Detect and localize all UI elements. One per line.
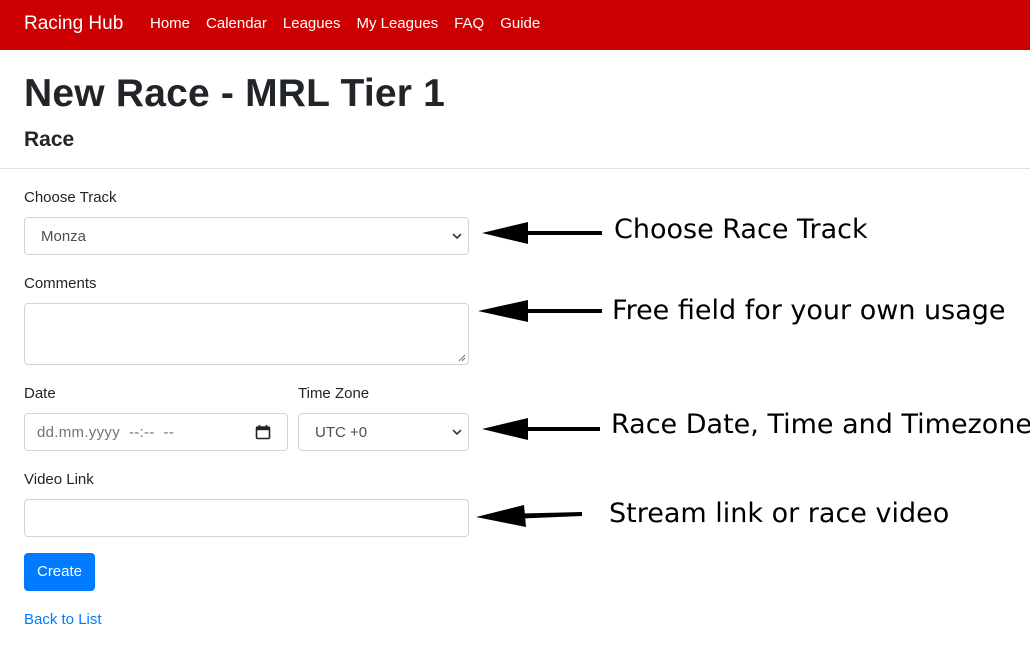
create-button[interactable]: Create <box>24 553 95 591</box>
date-input[interactable]: dd.mm.yyyy --:-- -- <box>24 413 288 451</box>
video-link-input[interactable] <box>24 499 469 537</box>
date-label: Date <box>24 385 56 402</box>
timezone-select-value: UTC +0 <box>315 423 368 441</box>
section-title: Race <box>24 128 75 151</box>
resize-grip-icon[interactable] <box>458 354 466 362</box>
track-select[interactable]: Monza <box>24 217 469 255</box>
navbar: Racing Hub Home Calendar Leagues My Leag… <box>0 0 1030 50</box>
timezone-label: Time Zone <box>298 385 370 402</box>
track-select-value: Monza <box>41 227 87 245</box>
date-placeholder: dd.mm.yyyy --:-- -- <box>37 423 175 441</box>
comments-label: Comments <box>24 275 97 292</box>
page-title: New Race - MRL Tier 1 <box>24 72 446 115</box>
nav-links: Home Calendar Leagues My Leagues FAQ Gui… <box>142 13 548 35</box>
track-label: Choose Track <box>24 189 117 206</box>
annotation-date-time: Race Date, Time and Timezone <box>611 409 1030 440</box>
arrow-left-icon <box>476 505 582 527</box>
brand-link[interactable]: Racing Hub <box>24 12 123 36</box>
chevron-down-icon <box>452 429 462 435</box>
annotation-track: Choose Race Track <box>614 214 868 245</box>
nav-link-my-leagues[interactable]: My Leagues <box>348 13 446 35</box>
timezone-select[interactable]: UTC +0 <box>298 413 469 451</box>
comments-textarea[interactable] <box>24 303 469 365</box>
calendar-icon[interactable] <box>255 424 271 440</box>
arrow-left-icon <box>482 418 600 440</box>
back-to-list-link[interactable]: Back to List <box>24 610 102 630</box>
divider <box>0 168 1030 169</box>
annotation-video: Stream link or race video <box>609 498 950 529</box>
nav-link-calendar[interactable]: Calendar <box>198 13 275 35</box>
annotation-comments: Free field for your own usage <box>612 295 1006 326</box>
nav-link-guide[interactable]: Guide <box>492 13 548 35</box>
video-link-label: Video Link <box>24 471 94 488</box>
arrow-left-icon <box>478 300 602 322</box>
nav-link-faq[interactable]: FAQ <box>446 13 492 35</box>
nav-link-leagues[interactable]: Leagues <box>275 13 349 35</box>
nav-link-home[interactable]: Home <box>142 13 198 35</box>
arrow-left-icon <box>482 222 602 244</box>
chevron-down-icon <box>452 233 462 239</box>
